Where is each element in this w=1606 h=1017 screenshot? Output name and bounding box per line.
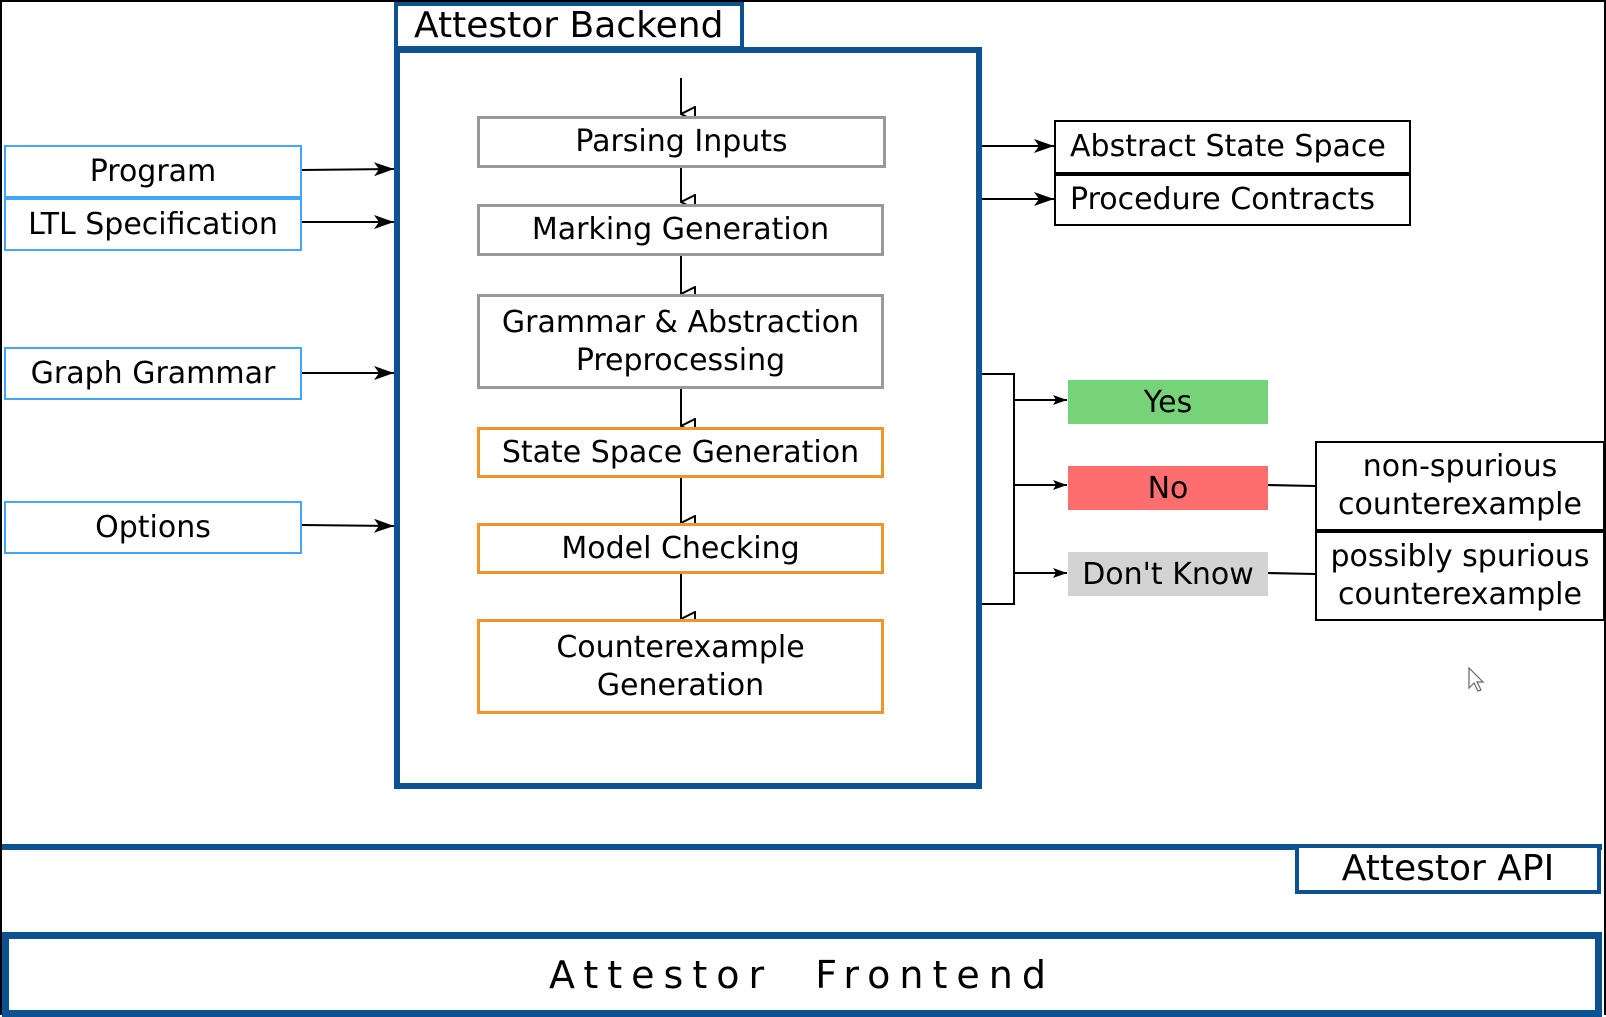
stage-label-line2: Preprocessing xyxy=(575,342,786,378)
counterexample-label-line2: counterexample xyxy=(1338,487,1582,522)
input-label: Graph Grammar xyxy=(30,355,276,391)
stage-parsing-inputs: Parsing Inputs xyxy=(477,116,886,168)
stage-label: Parsing Inputs xyxy=(575,124,788,159)
counterexample-label-line2: counterexample xyxy=(1338,577,1582,612)
result-label: No xyxy=(1147,470,1189,506)
stage-grammar-preprocessing: Grammar & Abstraction Preprocessing xyxy=(477,294,884,389)
result-yes: Yes xyxy=(1068,380,1268,424)
input-label: Program xyxy=(89,153,217,189)
result-no: No xyxy=(1068,466,1268,510)
counterexample-possibly-spurious: possibly spurious counterexample xyxy=(1315,531,1605,621)
mouse-cursor-icon xyxy=(1468,666,1485,692)
frontend-layer: Attestor Frontend xyxy=(2,932,1602,1017)
stage-label-line1: Counterexample xyxy=(556,629,805,665)
backend-title: Attestor Backend xyxy=(414,5,724,46)
stage-counterexample-generation: Counterexample Generation xyxy=(477,619,884,714)
input-ltl-specification: LTL Specification xyxy=(4,198,302,251)
result-bracket xyxy=(982,373,1015,605)
input-program: Program xyxy=(4,145,302,198)
stage-marking-generation: Marking Generation xyxy=(477,204,884,256)
stage-state-space-generation: State Space Generation xyxy=(477,427,884,478)
stage-label: Model Checking xyxy=(561,530,800,566)
arrow-options xyxy=(301,518,395,533)
arrow-program xyxy=(301,162,395,177)
stage-label: Marking Generation xyxy=(531,212,830,247)
input-label: LTL Specification xyxy=(28,206,278,242)
api-label: Attestor API xyxy=(1341,848,1555,889)
counterexample-label-line1: possibly spurious xyxy=(1330,539,1590,574)
link-dontknow-possiblyspurious xyxy=(1266,572,1316,575)
link-no-nonspurious xyxy=(1266,484,1316,487)
stage-model-checking: Model Checking xyxy=(477,523,884,574)
input-label: Options xyxy=(95,509,211,545)
frontend-label: Attestor Frontend xyxy=(549,952,1055,997)
stage-label-line1: Grammar & Abstraction xyxy=(501,304,860,340)
counterexample-non-spurious: non-spurious counterexample xyxy=(1315,441,1605,531)
input-options: Options xyxy=(4,501,302,554)
result-label: Don't Know xyxy=(1082,556,1254,592)
output-abstract-state-space: Abstract State Space xyxy=(1054,120,1411,174)
output-label: Procedure Contracts xyxy=(1070,182,1375,217)
api-label-tab: Attestor API xyxy=(1295,848,1601,894)
stage-label-line2: Generation xyxy=(596,667,765,703)
input-graph-grammar: Graph Grammar xyxy=(4,347,302,400)
counterexample-label-line1: non-spurious xyxy=(1362,449,1558,484)
backend-title-tab: Attestor Backend xyxy=(394,2,744,50)
stage-label: State Space Generation xyxy=(501,434,860,470)
output-procedure-contracts: Procedure Contracts xyxy=(1054,174,1411,226)
output-label: Abstract State Space xyxy=(1070,129,1386,164)
result-dont-know: Don't Know xyxy=(1068,552,1268,596)
result-label: Yes xyxy=(1143,384,1193,420)
